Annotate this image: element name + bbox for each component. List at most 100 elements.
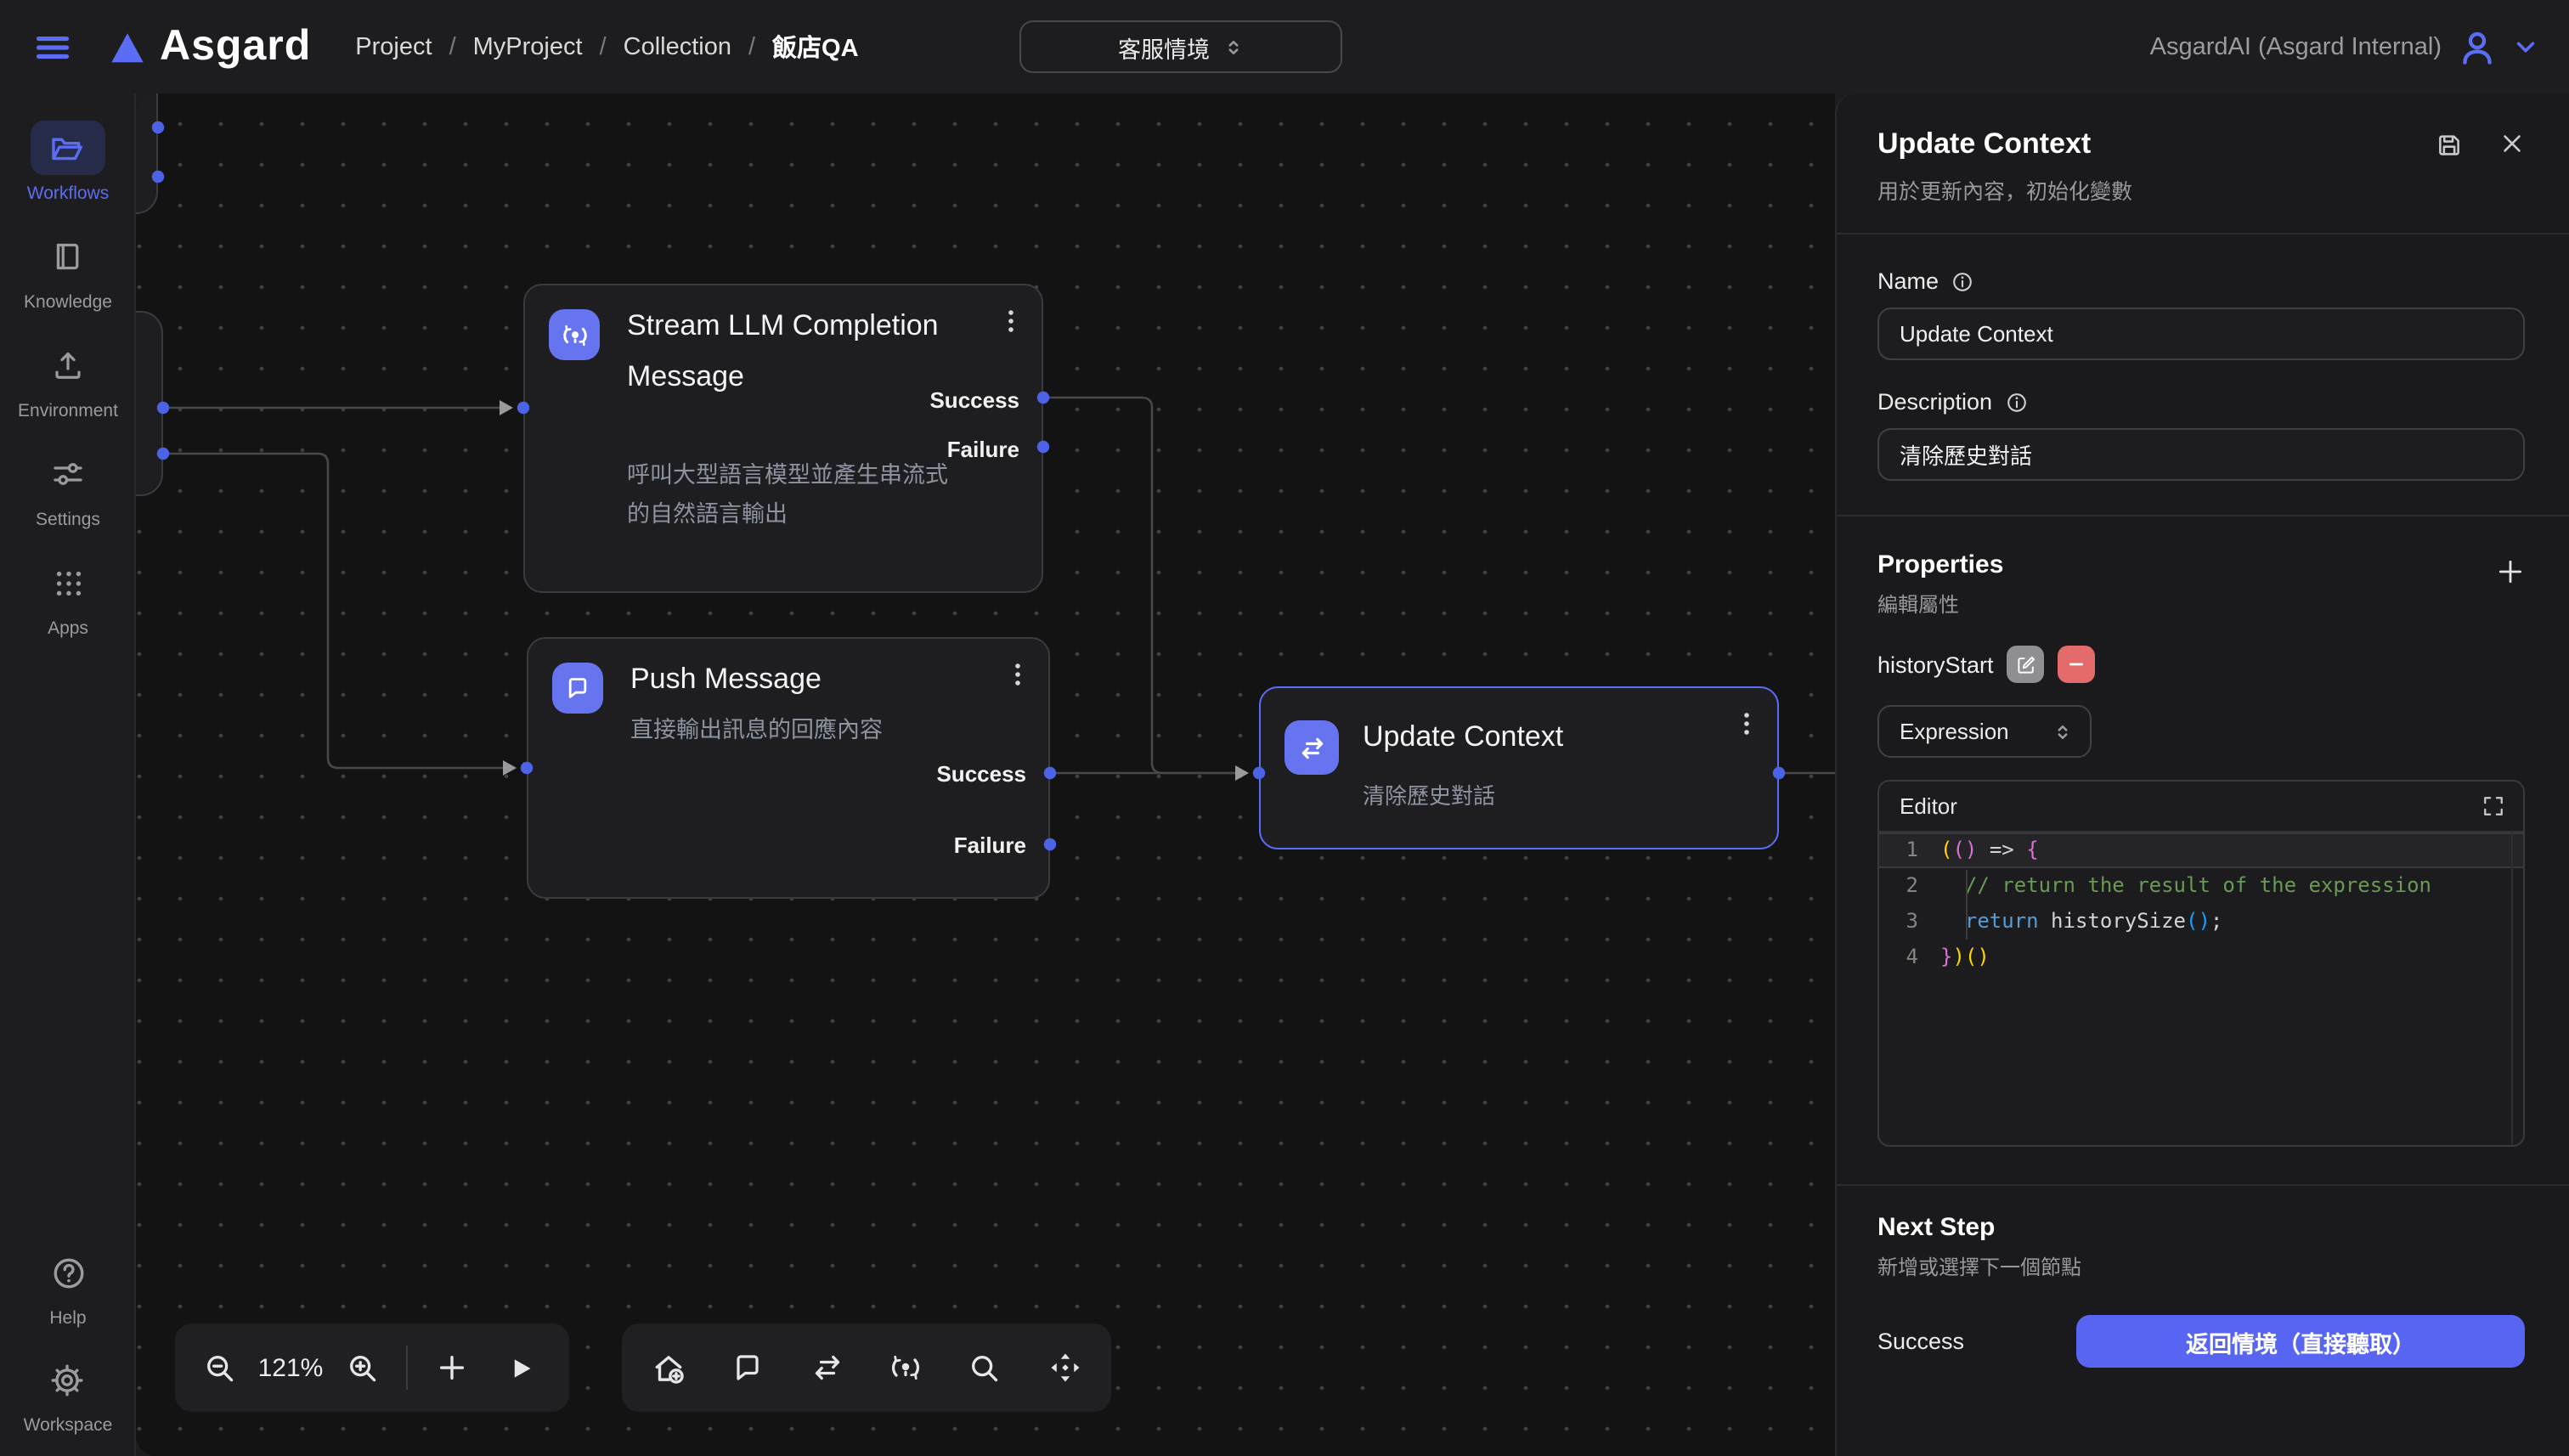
code-line[interactable]: 2 // return the result of the expression xyxy=(1879,868,2523,904)
account-chevron-down-icon[interactable] xyxy=(2513,34,2538,59)
description-label: Description xyxy=(1877,389,1992,415)
edge-arrowhead xyxy=(503,760,517,776)
workflow-canvas[interactable]: Stream LLM Completion Message Success Fa… xyxy=(136,93,1835,1456)
code-token: ; xyxy=(2210,909,2222,933)
code-line[interactable]: 3 return historySize(); xyxy=(1879,904,2523,940)
fit-view-button[interactable] xyxy=(1030,1323,1098,1412)
sidebar-item-knowledge[interactable]: Knowledge xyxy=(24,229,112,313)
port-label-success: Success xyxy=(936,761,1026,787)
node-title: Push Message xyxy=(630,654,822,705)
node-update-context[interactable]: Update Context 清除歷史對話 xyxy=(1259,686,1779,849)
book-icon xyxy=(51,240,85,274)
asgard-workflow-editor: Asgard Project / MyProject / Collection … xyxy=(0,0,2569,1456)
close-icon[interactable] xyxy=(2499,131,2525,160)
sidebar-item-settings[interactable]: Settings xyxy=(31,447,105,530)
code-token: historySize xyxy=(2039,909,2186,933)
node-menu-kebab-icon[interactable] xyxy=(997,306,1025,336)
panel-subtitle: 用於更新內容，初始化變數 xyxy=(1877,173,2525,206)
logo-triangle-icon xyxy=(109,30,146,64)
expression-editor: Editor 1 (() => { 2 // return the result… xyxy=(1877,780,2525,1147)
next-step-title: Next Step xyxy=(1877,1213,2525,1242)
breadcrumb-collection[interactable]: Collection xyxy=(624,33,731,60)
remove-property-button[interactable] xyxy=(2058,646,2096,683)
code-line[interactable]: 1 (() => { xyxy=(1879,832,2523,868)
offscreen-node-top[interactable] xyxy=(136,93,158,214)
select-chevrons-icon xyxy=(2052,721,2073,742)
run-workflow-button[interactable] xyxy=(486,1323,554,1412)
toolbar-divider xyxy=(406,1346,408,1390)
panel-title: Update Context xyxy=(1877,127,2525,161)
edge-arrowhead xyxy=(1235,765,1249,781)
node-push-message[interactable]: Push Message 直接輸出訊息的回應內容 Success Failure xyxy=(527,637,1050,899)
node-title: Update Context xyxy=(1363,712,1563,763)
sidebar-item-workflows[interactable]: Workflows xyxy=(27,121,109,204)
code-token: return xyxy=(1940,909,2039,933)
chat-bubble-icon xyxy=(552,663,603,714)
description-input[interactable]: 清除歷史對話 xyxy=(1877,428,2525,481)
zoom-level: 121% xyxy=(253,1353,328,1382)
node-config-panel: Update Context 用於更新內容，初始化變數 Name Update … xyxy=(1835,93,2569,1456)
indent-guide xyxy=(1966,870,1968,940)
edge-stream-success-to-update xyxy=(1043,398,1235,773)
code-token: () xyxy=(1952,838,1977,861)
app-name: Asgard xyxy=(160,22,311,71)
name-input[interactable]: Update Context xyxy=(1877,308,2525,360)
hamburger-menu-icon[interactable] xyxy=(34,28,71,65)
editor-title: Editor xyxy=(1900,793,1957,819)
sidebar-item-environment[interactable]: Environment xyxy=(18,338,118,421)
add-scene-node-button[interactable] xyxy=(635,1323,703,1412)
breadcrumb-myproject[interactable]: MyProject xyxy=(473,33,583,60)
top-header: Asgard Project / MyProject / Collection … xyxy=(0,0,2569,93)
node-menu-kebab-icon[interactable] xyxy=(1733,708,1760,739)
node-stream-llm[interactable]: Stream LLM Completion Message Success Fa… xyxy=(523,284,1043,593)
property-type-select[interactable]: Expression xyxy=(1877,705,2092,758)
add-button[interactable] xyxy=(418,1323,486,1412)
node-description: 清除歷史對話 xyxy=(1363,776,1736,815)
sidebar-item-help[interactable]: Help xyxy=(31,1245,105,1329)
code-token: { xyxy=(2026,838,2038,861)
code-line[interactable]: 4 })() xyxy=(1879,940,2523,975)
expand-editor-icon[interactable] xyxy=(2482,795,2504,817)
breadcrumb-current[interactable]: 飯店QA xyxy=(772,29,859,65)
node-description: 呼叫大型語言模型並產生串流式的自然語言輸出 xyxy=(627,455,967,533)
app-logo[interactable]: Asgard xyxy=(109,22,311,71)
sidebar-item-workspace[interactable]: Workspace xyxy=(24,1352,113,1436)
node-tools-toolbar xyxy=(622,1323,1111,1412)
sidebar-item-apps[interactable]: Apps xyxy=(31,556,105,639)
edit-property-button[interactable] xyxy=(2007,646,2045,683)
next-step-subtitle: 新增或選擇下一個節點 xyxy=(1877,1252,2525,1281)
add-llm-node-button[interactable] xyxy=(872,1323,940,1412)
node-menu-kebab-icon[interactable] xyxy=(1004,659,1031,690)
next-step-target-button[interactable]: 返回情境（直接聽取） xyxy=(2076,1315,2525,1368)
user-icon[interactable] xyxy=(2459,28,2496,65)
zoom-in-button[interactable] xyxy=(328,1323,396,1412)
swap-arrows-icon xyxy=(1284,720,1339,775)
add-context-node-button[interactable] xyxy=(793,1323,861,1412)
add-property-icon[interactable] xyxy=(2496,557,2525,586)
editor-scrollbar[interactable] xyxy=(2511,832,2513,1147)
line-number: 3 xyxy=(1879,904,1940,940)
code-token: } xyxy=(1940,945,1952,968)
zoom-toolbar: 121% xyxy=(175,1323,569,1412)
name-description-section: Name Update Context Description 清除歷史對話 xyxy=(1837,234,2569,481)
add-message-node-button[interactable] xyxy=(714,1323,782,1412)
info-icon xyxy=(2004,390,2028,414)
breadcrumb: Project / MyProject / Collection / 飯店QA xyxy=(355,29,858,65)
llm-stream-icon xyxy=(549,309,600,360)
scenario-selector[interactable]: 客服情境 xyxy=(1019,20,1342,73)
search-button[interactable] xyxy=(951,1323,1019,1412)
branch-label: Success xyxy=(1877,1329,1964,1354)
node-title: Stream LLM Completion Message xyxy=(627,301,958,403)
save-icon[interactable] xyxy=(2435,131,2464,160)
properties-title: Properties xyxy=(1877,550,2003,579)
properties-subtitle: 編輯屬性 xyxy=(1877,590,2003,618)
breadcrumb-project[interactable]: Project xyxy=(355,33,432,60)
info-icon xyxy=(1951,269,1974,293)
port-label-success: Success xyxy=(929,387,1019,413)
upload-icon xyxy=(51,348,85,382)
line-number: 2 xyxy=(1879,868,1940,904)
zoom-out-button[interactable] xyxy=(185,1323,253,1412)
code-area[interactable]: 1 (() => { 2 // return the result of the… xyxy=(1879,832,2523,1147)
offscreen-node-middle[interactable] xyxy=(136,311,163,496)
code-token: ( xyxy=(1940,838,1952,861)
